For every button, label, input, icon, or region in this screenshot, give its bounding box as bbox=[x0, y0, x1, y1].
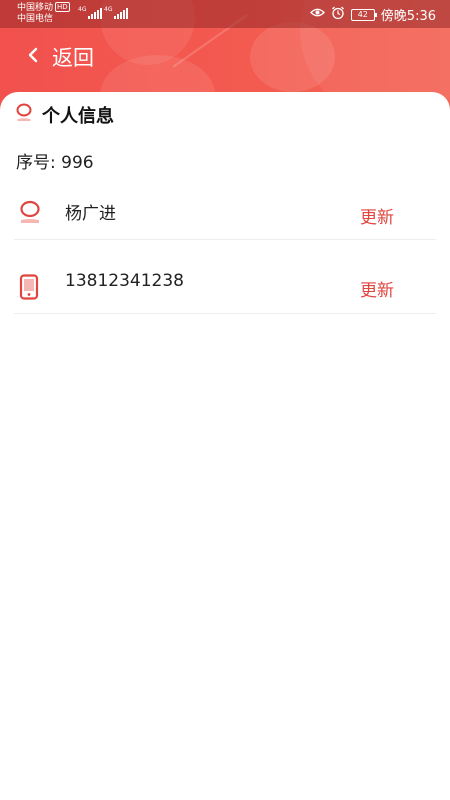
back-label: 返回 bbox=[52, 46, 94, 70]
serial-number: 序号: 996 bbox=[16, 153, 94, 173]
phone-row: 13812341238 更新 bbox=[14, 258, 436, 314]
signal-icon: 4G bbox=[78, 6, 103, 19]
section-title: 个人信息 bbox=[42, 106, 114, 127]
user-icon bbox=[15, 103, 33, 127]
phone-icon bbox=[18, 274, 40, 304]
name-value: 杨广进 bbox=[65, 204, 116, 224]
hd-badge: HD bbox=[55, 2, 70, 12]
chevron-left-icon bbox=[28, 47, 38, 68]
network-type-2: 4G bbox=[104, 6, 113, 13]
user-icon bbox=[18, 200, 42, 230]
update-phone-button[interactable]: 更新 bbox=[360, 276, 394, 301]
network-type-1: 4G bbox=[78, 6, 87, 13]
section-header: 个人信息 bbox=[15, 102, 114, 128]
phone-value: 13812341238 bbox=[65, 271, 184, 291]
clock-time: 傍晚5:36 bbox=[380, 9, 436, 24]
update-name-button[interactable]: 更新 bbox=[360, 203, 394, 228]
back-button[interactable]: 返回 bbox=[28, 42, 94, 72]
status-right: 42 傍晚5:36 bbox=[309, 5, 436, 24]
signal-icon: 4G bbox=[104, 6, 129, 19]
carrier-1-name: 中国移动 bbox=[17, 3, 54, 13]
status-bar: 中国移动 HD 中国电信 4G 4G 42 傍晚5:36 bbox=[0, 0, 450, 28]
content-card: 个人信息 序号: 996 杨广进 更新 13812341238 更新 bbox=[0, 92, 450, 800]
eye-icon bbox=[309, 7, 325, 22]
battery-icon: 42 bbox=[350, 8, 377, 21]
carrier-info: 中国移动 HD 中国电信 bbox=[17, 2, 70, 25]
name-row: 杨广进 更新 bbox=[14, 184, 436, 240]
carrier-2-name: 中国电信 bbox=[17, 14, 54, 24]
alarm-icon bbox=[331, 6, 345, 24]
